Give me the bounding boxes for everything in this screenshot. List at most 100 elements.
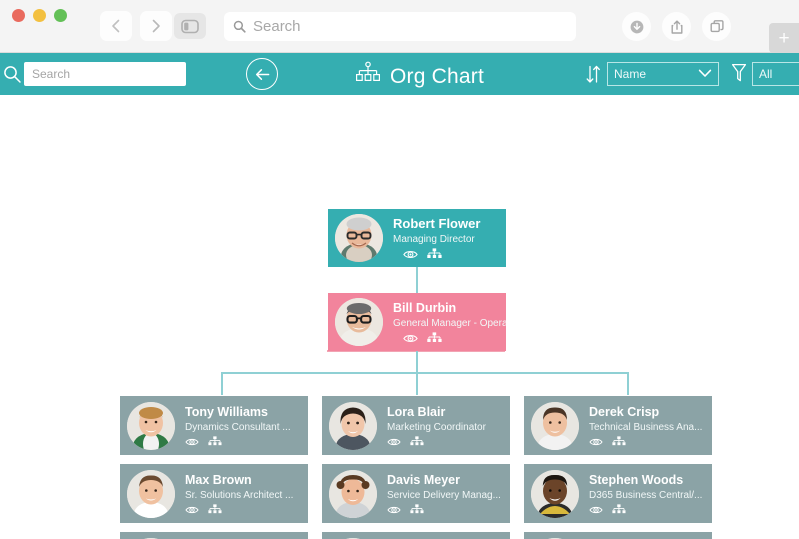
org-hierarchy-icon[interactable] [427, 332, 442, 344]
avatar [329, 469, 377, 518]
tab-overview-icon[interactable] [702, 12, 731, 41]
org-node-james-kristy[interactable]: James Kristy Service Desk Lead [120, 532, 308, 539]
address-bar[interactable]: Search [224, 12, 576, 41]
forward-button[interactable] [140, 11, 172, 41]
node-name: Max Brown [185, 473, 252, 487]
sort-direction-icon[interactable] [585, 63, 601, 90]
avatar [531, 469, 579, 518]
node-info: Tony Williams Dynamics Consultant ... [185, 404, 308, 447]
node-role: Sr. Solutions Architect ... [185, 490, 294, 501]
connector-horizontal-bus [221, 372, 628, 374]
eye-icon[interactable] [403, 249, 418, 260]
node-role: D365 Business Central/... [589, 490, 703, 501]
org-chart-icon [355, 61, 381, 92]
app-toolbar: Org Chart Name All [0, 53, 799, 95]
downloads-icon[interactable] [622, 12, 651, 41]
org-node-lora-blair[interactable]: Lora Blair Marketing Coordinator [322, 396, 510, 455]
node-info: Bill Durbin General Manager - Opera... [393, 300, 506, 344]
close-window-button[interactable] [12, 9, 25, 22]
filter-value: All [759, 67, 773, 81]
connector-root-to-bill [416, 267, 418, 293]
address-bar-placeholder: Search [253, 18, 301, 35]
avatar [531, 401, 579, 450]
org-hierarchy-icon[interactable] [427, 248, 442, 260]
filter-select[interactable]: All [752, 62, 799, 86]
share-icon[interactable] [662, 12, 691, 41]
node-name: Stephen Woods [589, 473, 684, 487]
org-chart-canvas[interactable]: Robert Flower Managing Director Bill Dur… [0, 95, 799, 539]
node-info: Lora Blair Marketing Coordinator [387, 404, 510, 447]
node-actions [589, 436, 712, 447]
org-hierarchy-icon[interactable] [410, 436, 424, 447]
sort-by-value: Name [614, 67, 647, 81]
node-role: Dynamics Consultant ... [185, 422, 291, 433]
node-name: Lora Blair [387, 405, 446, 419]
zoom-window-button[interactable] [54, 9, 67, 22]
node-name: Bill Durbin [393, 301, 457, 315]
connector-drop-middle [416, 372, 418, 395]
node-role: Managing Director [393, 234, 475, 245]
sort-by-select[interactable]: Name [607, 62, 719, 86]
page-title: Org Chart [390, 64, 484, 88]
node-info: Derek Crisp Technical Business Ana... [589, 404, 712, 447]
browser-action-buttons [622, 12, 731, 41]
connector-drop-right [627, 372, 629, 395]
eye-icon[interactable] [185, 437, 199, 447]
eye-icon[interactable] [185, 505, 199, 515]
avatar [335, 298, 383, 346]
page-title-group: Org Chart [355, 61, 484, 92]
search-input[interactable] [24, 62, 186, 86]
node-actions [387, 436, 510, 447]
node-name: Derek Crisp [589, 405, 660, 419]
eye-icon[interactable] [589, 505, 603, 515]
window-traffic-lights [12, 9, 67, 22]
avatar [329, 401, 377, 450]
node-actions [403, 248, 506, 260]
node-info: Davis Meyer Service Delivery Manag... [387, 472, 510, 515]
org-node-derek-crisp[interactable]: Derek Crisp Technical Business Ana... [524, 396, 712, 455]
node-actions [387, 504, 510, 515]
org-node-max-brown[interactable]: Max Brown Sr. Solutions Architect ... [120, 464, 308, 523]
connector-bill-stem [416, 351, 418, 373]
node-actions [185, 436, 308, 447]
org-hierarchy-icon[interactable] [410, 504, 424, 515]
node-info: Max Brown Sr. Solutions Architect ... [185, 472, 308, 515]
minimize-window-button[interactable] [33, 9, 46, 22]
org-node-tony-williams[interactable]: Tony Williams Dynamics Consultant ... [120, 396, 308, 455]
node-name: Robert Flower [393, 216, 481, 231]
eye-icon[interactable] [403, 333, 418, 344]
org-hierarchy-icon[interactable] [208, 504, 222, 515]
toolbar-search-icon[interactable] [2, 64, 22, 89]
org-node-rosie-green[interactable]: Rosie Green Sales and Service Coor... [524, 532, 712, 539]
chevron-down-icon [698, 67, 712, 81]
node-actions [185, 504, 308, 515]
node-role: Marketing Coordinator [387, 422, 486, 433]
filter-icon[interactable] [731, 62, 747, 89]
sidebar-toggle-icon[interactable] [174, 13, 206, 39]
browser-chrome: Search + [0, 0, 799, 53]
node-role: Technical Business Ana... [589, 422, 703, 433]
org-node-jennie-curry[interactable]: Jennie Curry Dynamics 365 Lead Te... [322, 532, 510, 539]
search-icon [233, 20, 246, 33]
org-hierarchy-icon[interactable] [612, 504, 626, 515]
eye-icon[interactable] [387, 437, 401, 447]
org-hierarchy-icon[interactable] [612, 436, 626, 447]
org-node-robert-flower[interactable]: Robert Flower Managing Director [328, 209, 506, 267]
node-role: General Manager - Opera... [393, 318, 506, 329]
avatar [127, 401, 175, 450]
chart-back-button[interactable] [246, 58, 278, 90]
org-node-davis-meyer[interactable]: Davis Meyer Service Delivery Manag... [322, 464, 510, 523]
new-tab-button[interactable]: + [769, 23, 799, 53]
eye-icon[interactable] [387, 505, 401, 515]
back-button[interactable] [100, 11, 132, 41]
browser-nav-buttons [100, 11, 172, 41]
avatar [127, 469, 175, 518]
org-hierarchy-icon[interactable] [208, 436, 222, 447]
connector-drop-left [221, 372, 223, 395]
node-info: Stephen Woods D365 Business Central/... [589, 472, 712, 515]
node-role: Service Delivery Manag... [387, 490, 501, 501]
org-node-stephen-woods[interactable]: Stephen Woods D365 Business Central/... [524, 464, 712, 523]
avatar [335, 214, 383, 262]
org-node-bill-durbin[interactable]: Bill Durbin General Manager - Opera... [328, 293, 506, 351]
eye-icon[interactable] [589, 437, 603, 447]
